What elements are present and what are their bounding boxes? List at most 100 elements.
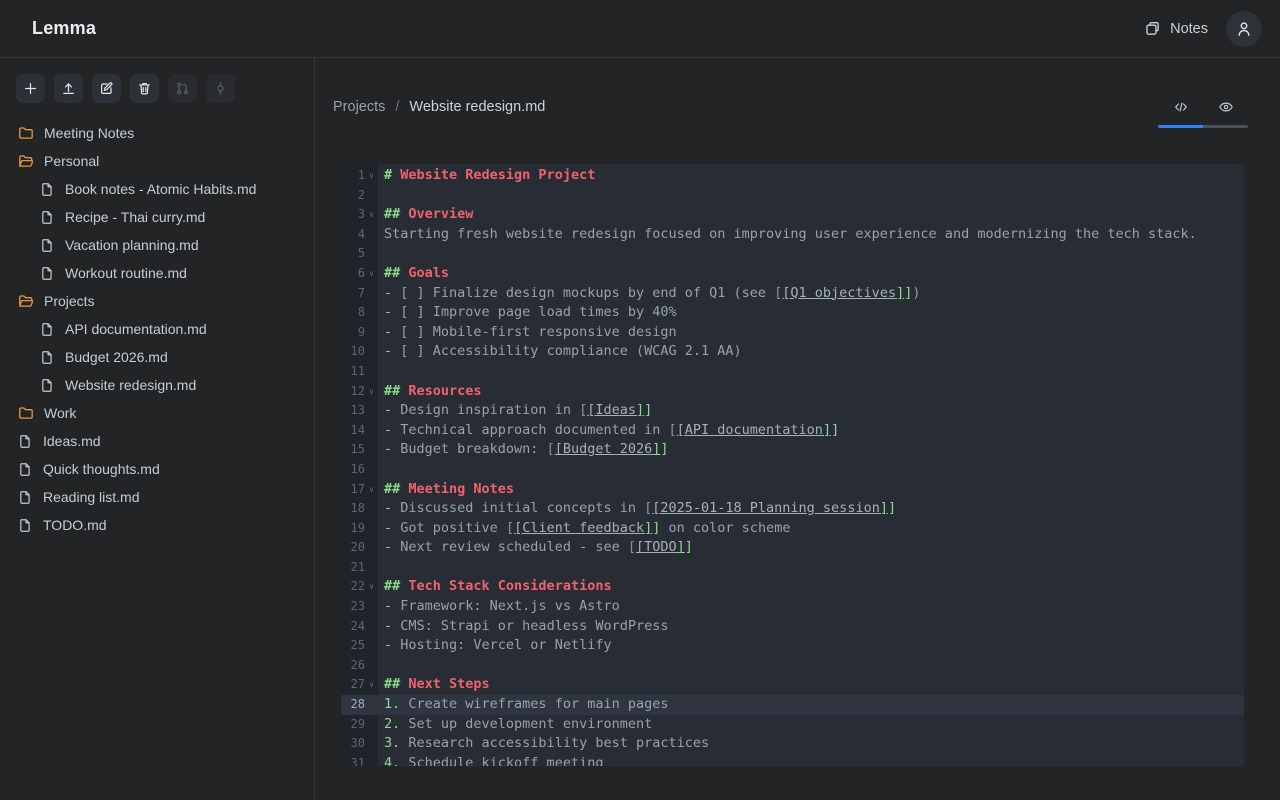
line-content: 4. Schedule kickoff meeting (378, 754, 1244, 766)
line-number: 14 (341, 421, 365, 441)
editor-line-8[interactable]: 8- [ ] Improve page load times by 40% (341, 303, 1244, 323)
editor-line-4[interactable]: 4Starting fresh website redesign focused… (341, 225, 1244, 245)
line-content: - Got positive [[Client feedback]] on co… (378, 519, 1244, 539)
line-content: - Technical approach documented in [[API… (378, 421, 1244, 441)
editor-line-9[interactable]: 9- [ ] Mobile-first responsive design (341, 323, 1244, 343)
upload-button[interactable] (54, 74, 83, 103)
new-note-button[interactable] (16, 74, 45, 103)
editor-line-18[interactable]: 18- Discussed initial concepts in [[2025… (341, 499, 1244, 519)
delete-button[interactable] (130, 74, 159, 103)
fold-spacer (365, 538, 378, 558)
line-content: - Design inspiration in [[Ideas]] (378, 401, 1244, 421)
editor-line-13[interactable]: 13- Design inspiration in [[Ideas]] (341, 401, 1244, 421)
avatar[interactable] (1226, 11, 1262, 47)
pull-request-button (168, 74, 197, 103)
tree-item-label: Projects (44, 293, 95, 309)
breadcrumb-folder[interactable]: Projects (333, 99, 385, 115)
editor-line-23[interactable]: 23- Framework: Next.js vs Astro (341, 597, 1244, 617)
editor-line-1[interactable]: 1∨# Website Redesign Project (341, 166, 1244, 186)
fold-chevron-icon[interactable]: ∨ (365, 166, 378, 186)
editor-line-2[interactable]: 2 (341, 186, 1244, 206)
edit-button[interactable] (92, 74, 121, 103)
app-shell: Meeting NotesPersonalBook notes - Atomic… (0, 58, 1280, 800)
line-number: 12 (341, 382, 365, 402)
fold-spacer (365, 656, 378, 676)
editor-line-16[interactable]: 16 (341, 460, 1244, 480)
fold-chevron-icon[interactable]: ∨ (365, 480, 378, 500)
preview-button[interactable] (1203, 88, 1248, 126)
editor-line-25[interactable]: 25- Hosting: Vercel or Netlify (341, 636, 1244, 656)
line-number: 27 (341, 675, 365, 695)
editor-line-27[interactable]: 27∨## Next Steps (341, 675, 1244, 695)
editor-line-15[interactable]: 15- Budget breakdown: [[Budget 2026]] (341, 440, 1244, 460)
editor-line-3[interactable]: 3∨## Overview (341, 205, 1244, 225)
line-number: 6 (341, 264, 365, 284)
line-content: ## Goals (378, 264, 1244, 284)
code-view-button[interactable] (1158, 88, 1203, 126)
fold-spacer (365, 499, 378, 519)
editor-line-14[interactable]: 14 - Technical approach documented in [[A… (341, 421, 1244, 441)
markdown-editor[interactable]: 1∨# Website Redesign Project23∨## Overvi… (341, 164, 1244, 766)
editor-line-5[interactable]: 5 (341, 244, 1244, 264)
folder-icon (18, 125, 34, 141)
editor-line-22[interactable]: 22∨## Tech Stack Considerations (341, 577, 1244, 597)
fold-chevron-icon[interactable]: ∨ (365, 577, 378, 597)
editor-line-10[interactable]: 10- [ ] Accessibility compliance (WCAG 2… (341, 342, 1244, 362)
sidebar-item-meeting-notes[interactable]: Meeting Notes (0, 119, 314, 147)
fold-chevron-icon[interactable]: ∨ (365, 382, 378, 402)
editor-line-20[interactable]: 20- Next review scheduled - see [[TODO]] (341, 538, 1244, 558)
sidebar-item-work[interactable]: Work (0, 399, 314, 427)
fold-chevron-icon[interactable]: ∨ (365, 205, 378, 225)
sidebar-item-personal[interactable]: Personal (0, 147, 314, 175)
sidebar-item-ideas-md[interactable]: Ideas.md (0, 427, 314, 455)
copy-icon (1144, 20, 1161, 37)
editor-line-29[interactable]: 292. Set up development environment (341, 715, 1244, 735)
sidebar-item-website-redesign-md[interactable]: Website redesign.md (0, 371, 314, 399)
sidebar-item-todo-md[interactable]: TODO.md (0, 511, 314, 539)
sidebar-item-book-notes-atomic-habits-md[interactable]: Book notes - Atomic Habits.md (0, 175, 314, 203)
main-header: Projects / Website redesign.md (333, 86, 1248, 128)
commit-button (206, 74, 235, 103)
sidebar-item-quick-thoughts-md[interactable]: Quick thoughts.md (0, 455, 314, 483)
fold-spacer (365, 244, 378, 264)
line-number: 23 (341, 597, 365, 617)
editor-line-7[interactable]: 7- [ ] Finalize design mockups by end of… (341, 284, 1244, 304)
notes-button[interactable]: Notes (1144, 20, 1208, 37)
line-number: 30 (341, 734, 365, 754)
editor-line-26[interactable]: 26 (341, 656, 1244, 676)
sidebar-item-budget-2026-md[interactable]: Budget 2026.md (0, 343, 314, 371)
editor-line-19[interactable]: 19- Got positive [[Client feedback]] on … (341, 519, 1244, 539)
line-content: 3. Research accessibility best practices (378, 734, 1244, 754)
line-content: - Budget breakdown: [[Budget 2026]] (378, 440, 1244, 460)
fold-spacer (365, 284, 378, 304)
upload-icon (61, 81, 76, 96)
editor-line-17[interactable]: 17∨## Meeting Notes (341, 480, 1244, 500)
fold-spacer (365, 342, 378, 362)
editor-line-31[interactable]: 314. Schedule kickoff meeting (341, 754, 1244, 766)
code-icon (1173, 99, 1189, 115)
line-content: 2. Set up development environment (378, 715, 1244, 735)
editor-line-6[interactable]: 6∨## Goals (341, 264, 1244, 284)
file-icon (40, 182, 55, 197)
tree-item-label: Website redesign.md (65, 377, 196, 393)
editor-line-12[interactable]: 12∨## Resources (341, 382, 1244, 402)
tree-item-label: Budget 2026.md (65, 349, 168, 365)
line-number: 10 (341, 342, 365, 362)
fold-spacer (365, 362, 378, 382)
fold-chevron-icon[interactable]: ∨ (365, 264, 378, 284)
line-content: - [ ] Improve page load times by 40% (378, 303, 1244, 323)
sidebar-item-workout-routine-md[interactable]: Workout routine.md (0, 259, 314, 287)
editor-line-28[interactable]: 281. Create wireframes for main pages (341, 695, 1244, 715)
sidebar-item-projects[interactable]: Projects (0, 287, 314, 315)
breadcrumb: Projects / Website redesign.md (333, 86, 545, 128)
sidebar-item-recipe-thai-curry-md[interactable]: Recipe - Thai curry.md (0, 203, 314, 231)
editor-line-24[interactable]: 24- CMS: Strapi or headless WordPress (341, 617, 1244, 637)
editor-line-21[interactable]: 21 (341, 558, 1244, 578)
editor-line-30[interactable]: 30 3. Research accessibility best practic… (341, 734, 1244, 754)
sidebar-item-vacation-planning-md[interactable]: Vacation planning.md (0, 231, 314, 259)
fold-chevron-icon[interactable]: ∨ (365, 675, 378, 695)
sidebar-item-api-documentation-md[interactable]: API documentation.md (0, 315, 314, 343)
breadcrumb-separator: / (395, 99, 399, 115)
sidebar-item-reading-list-md[interactable]: Reading list.md (0, 483, 314, 511)
editor-line-11[interactable]: 11 (341, 362, 1244, 382)
